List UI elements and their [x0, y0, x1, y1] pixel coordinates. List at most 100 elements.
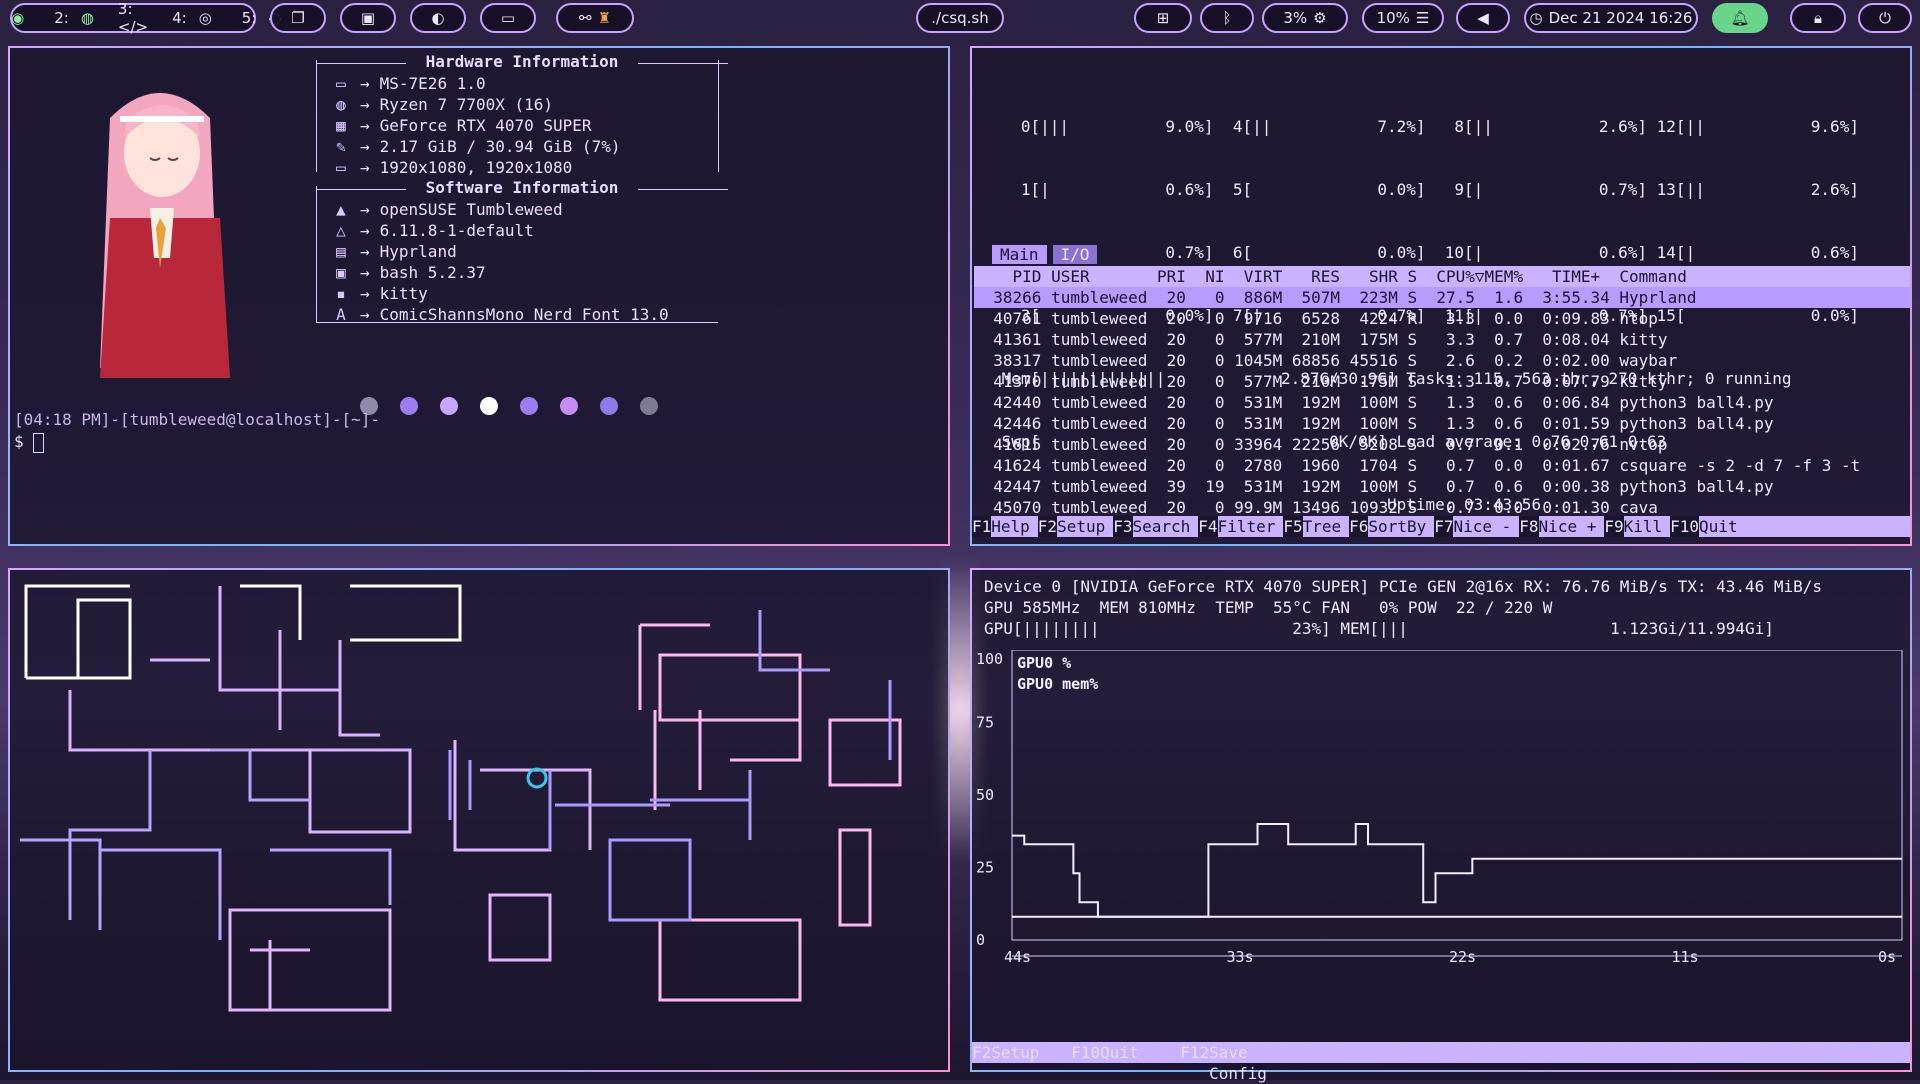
process-row[interactable]: 41361 tumbleweed 20 0 577M 210M 175M S 3… [974, 329, 1910, 350]
volume-icon: ◀ [1477, 9, 1489, 27]
workspace-1[interactable]: 1:◉ [0, 9, 30, 27]
process-row[interactable]: 38266 tumbleweed 20 0 886M 507M 223M S 2… [974, 287, 1910, 308]
arrow-icon: → [360, 263, 370, 282]
fkey-f10[interactable]: F10 [1071, 1042, 1100, 1063]
cpu-row: 1[| 0.6%] 5[ 0.0%] 9[| 0.7%] 13[|| 2.6%] [992, 180, 1859, 199]
palette-dot [480, 397, 498, 415]
display-icon: ▭ [336, 158, 346, 177]
x-tick-label: 33s [1227, 948, 1254, 966]
shell-prompt: [04:18 PM]-[tumbleweed@localhost]-[~]- [14, 410, 381, 429]
fkey-f1[interactable]: F1 [972, 516, 992, 537]
fastfetch-terminal[interactable]: Hardware Information ▭ → MS-7E26 1.0 ◍ → Ryze… [8, 46, 950, 546]
fkey-label[interactable]: Filter [1218, 516, 1284, 537]
tab-main[interactable]: Main [992, 245, 1047, 264]
nvtop-terminal[interactable]: Device 0 [NVIDIA GeForce RTX 4070 SUPER]… [970, 568, 1912, 1083]
arrow-icon: → [360, 242, 370, 261]
box-border [718, 60, 720, 172]
palette-dot [560, 397, 578, 415]
fkey-label[interactable]: Help [991, 516, 1038, 537]
workspace-3[interactable]: 3:</> [118, 0, 148, 36]
process-row[interactable]: 42440 tumbleweed 20 0 531M 192M 100M S 1… [974, 392, 1910, 413]
fkey-f2[interactable]: F2 [1037, 516, 1058, 537]
fkey-label[interactable]: Quit [1100, 1042, 1180, 1063]
gpu-icon: ▦ [336, 116, 346, 135]
cpu-icon: ◍ [336, 95, 346, 114]
process-row[interactable]: 41615 tumbleweed 20 0 33964 22256 5208 S… [974, 434, 1910, 455]
image-icon: ▣ [360, 9, 376, 27]
palette-dot [640, 397, 658, 415]
pipes-art [20, 584, 902, 1012]
cpu-row: 0[||| 9.0%] 4[|| 7.2%] 8[|| 2.6%] 12[|| … [992, 117, 1859, 136]
fkey-label[interactable]: SortBy [1368, 516, 1434, 537]
process-table-header[interactable]: PID USER PRI NI VIRT RES SHR S CPU%▽MEM%… [974, 266, 1910, 287]
info-row: ▦ → GeForce RTX 4070 SUPER [332, 116, 591, 135]
clock[interactable]: ◷ Dec 21 2024 16:26 [1524, 3, 1698, 33]
files-button[interactable]: ▭ [480, 3, 536, 33]
fkey-label[interactable]: Quit [1699, 516, 1746, 537]
info-value: 6.11.8-1-default [379, 221, 534, 240]
info-row: ◍ → Ryzen 7 7700X (16) [332, 95, 553, 114]
shell-input-line[interactable]: $ [14, 432, 45, 453]
arrow-icon: → [360, 284, 370, 303]
process-row[interactable]: 45070 tumbleweed 20 0 99.9M 13496 10932 … [974, 497, 1910, 518]
info-value: bash 5.2.37 [379, 263, 486, 282]
process-row[interactable]: 41624 tumbleweed 20 0 2780 1960 1704 S 0… [974, 455, 1910, 476]
workspace-4[interactable]: 4: ◎ [166, 9, 218, 27]
pipes-screensaver-terminal[interactable] [8, 568, 950, 1072]
fkey-f4[interactable]: F4 [1198, 516, 1218, 537]
workspace-switcher[interactable]: 1:◉ 2:◍ 3:</> 4:◎ 5:◌ [10, 0, 282, 36]
info-value: kitty [379, 284, 428, 303]
process-row[interactable]: 42447 tumbleweed 39 19 531M 192M 100M S … [974, 476, 1910, 497]
fkey-label[interactable]: Nice - [1453, 516, 1519, 537]
fkey-f2[interactable]: F2 [972, 1042, 991, 1063]
power-button[interactable]: ⏻ [1858, 3, 1912, 33]
x-tick-label: 11s [1672, 948, 1699, 966]
workspace-2[interactable]: 2: ◍ [48, 9, 100, 27]
lock-button[interactable]: 🔒︎ [1790, 3, 1846, 33]
arrow-icon: → [360, 200, 370, 219]
fkey-label[interactable]: Setup [1057, 516, 1113, 537]
network-button[interactable]: ⊞ [1134, 3, 1192, 33]
legend-entry: GPU0 % [1017, 654, 1071, 672]
fkey-f7[interactable]: F7 [1434, 516, 1454, 537]
fkey-f6[interactable]: F6 [1349, 516, 1369, 537]
process-row[interactable]: 41370 tumbleweed 20 0 577M 210M 175M S 1… [974, 371, 1910, 392]
tab-io[interactable]: I/O [1052, 245, 1098, 264]
fkey-f8[interactable]: F8 [1519, 516, 1539, 537]
fkey-label[interactable]: Nice + [1539, 516, 1605, 537]
process-row[interactable]: 42446 tumbleweed 20 0 531M 192M 100M S 1… [974, 413, 1910, 434]
memory-icon: ☰ [1415, 9, 1430, 27]
fkey-label[interactable]: Kill [1624, 516, 1671, 537]
fkey-f12[interactable]: F12 [1180, 1042, 1209, 1063]
fkey-f3[interactable]: F3 [1113, 516, 1133, 537]
arrow-icon: → [360, 221, 370, 240]
fkey-label[interactable]: Tree [1303, 516, 1350, 537]
bluetooth-button[interactable]: ᛒ [1200, 3, 1254, 33]
memory-icon: ✎ [336, 137, 346, 156]
network-icon: ⊞ [1156, 9, 1170, 27]
bluetooth-icon: ᛒ [1222, 9, 1232, 27]
x-tick-label: 44s [1004, 948, 1031, 966]
memory-usage[interactable]: 10% ☰ [1362, 3, 1444, 33]
windows-button[interactable]: ❐ [270, 3, 326, 33]
theme-button[interactable]: ◐ [410, 3, 466, 33]
info-row: ▣ → bash 5.2.37 [332, 263, 486, 282]
fkey-label[interactable]: Search [1133, 516, 1199, 537]
process-row[interactable]: 38317 tumbleweed 20 0 1045M 68856 45516 … [974, 350, 1910, 371]
htop-terminal[interactable]: 0[||| 9.0%] 4[|| 7.2%] 8[|| 2.6%] 12[|| … [970, 46, 1912, 546]
cpu-usage[interactable]: 3% ⚙ [1262, 3, 1348, 33]
wallpaper-button[interactable]: ▣ [340, 3, 396, 33]
notifications-button[interactable]: 🔔︎ [1712, 3, 1768, 33]
fkey-label[interactable]: Save Config [1209, 1042, 1289, 1083]
process-row[interactable]: 40761 tumbleweed 20 0 9716 6528 4224 R 3… [974, 308, 1910, 329]
fkey-label[interactable]: Setup [991, 1042, 1071, 1063]
tray-apps[interactable]: ⚯ ♜ [556, 3, 634, 33]
script-button[interactable]: ./csq.sh [916, 3, 1004, 33]
volume-button[interactable]: ◀ [1456, 3, 1510, 33]
fkey-f9[interactable]: F9 [1604, 516, 1624, 537]
fkey-f5[interactable]: F5 [1283, 516, 1303, 537]
fkey-f10[interactable]: F10 [1670, 516, 1700, 537]
info-value: 1920x1080, 1920x1080 [379, 158, 573, 177]
info-value: openSUSE Tumbleweed [379, 200, 563, 219]
cpu-row: 2[| 0.7%] 6[ 0.0%] 10[| 0.6%] 14[| 0.6%] [992, 243, 1859, 262]
